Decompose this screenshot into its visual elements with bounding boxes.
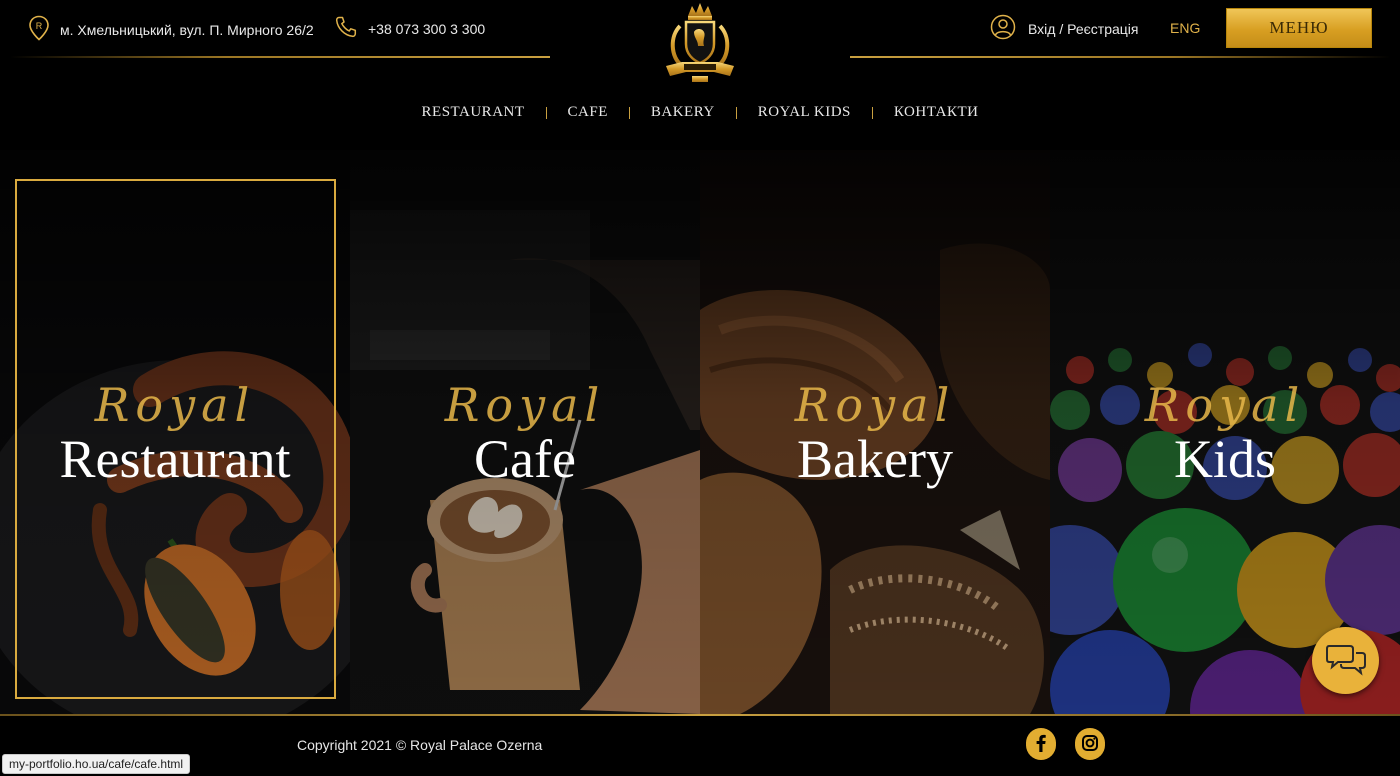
top-bar: R м. Хмельницький, вул. П. Мирного 26/2 … xyxy=(0,0,1400,82)
menu-button[interactable]: МЕНЮ xyxy=(1226,8,1372,48)
login-register-link[interactable]: Вхід / Реєстрація xyxy=(1028,21,1138,37)
phone-block[interactable]: +38 073 300 3 300 xyxy=(334,15,485,43)
user-icon xyxy=(990,14,1016,44)
language-switch[interactable]: ENG xyxy=(1170,20,1200,36)
panel-title: Restaurant xyxy=(59,429,291,489)
facebook-icon xyxy=(1026,728,1056,762)
panel-title: Cafe xyxy=(474,429,576,489)
chat-button[interactable] xyxy=(1312,627,1379,694)
panel-title: Kids xyxy=(1173,429,1276,489)
address-block: R м. Хмельницький, вул. П. Мирного 26/2 xyxy=(28,15,314,45)
address-text: м. Хмельницький, вул. П. Мирного 26/2 xyxy=(60,22,314,38)
venue-panels: Royal Restaurant Royal Cafe Royal Bakery… xyxy=(0,150,1400,714)
main-nav: RESTAURANT CAFE BAKERY ROYAL KIDS КОНТАК… xyxy=(0,104,1400,121)
phone-number[interactable]: +38 073 300 3 300 xyxy=(368,21,485,37)
browser-status-url: my-portfolio.ho.ua/cafe/cafe.html xyxy=(2,754,191,774)
royal-palace-logo[interactable] xyxy=(652,0,748,88)
nav-item-bakery[interactable]: BAKERY xyxy=(630,104,736,121)
instagram-icon xyxy=(1075,728,1105,762)
nav-item-contacts[interactable]: КОНТАКТИ xyxy=(873,104,1000,121)
copyright-text: Copyright 2021 © Royal Palace Ozerna xyxy=(297,737,543,753)
facebook-link[interactable] xyxy=(1026,728,1056,762)
header-rule-left xyxy=(10,56,550,58)
svg-text:R: R xyxy=(36,21,43,31)
location-pin-icon: R xyxy=(28,15,50,45)
login-block[interactable]: Вхід / Реєстрація xyxy=(990,14,1138,44)
nav-item-restaurant[interactable]: RESTAURANT xyxy=(401,104,546,121)
panel-cafe[interactable]: Royal Cafe xyxy=(350,150,700,714)
phone-icon xyxy=(334,15,358,43)
footer-rule xyxy=(0,714,1400,716)
panel-script-royal: Royal xyxy=(444,378,606,432)
nav-item-cafe[interactable]: CAFE xyxy=(547,104,629,121)
header-rule-right xyxy=(850,56,1390,58)
nav-item-royal-kids[interactable]: ROYAL KIDS xyxy=(737,104,872,121)
panel-script-royal: Royal xyxy=(94,378,256,432)
panel-script-royal: Royal xyxy=(1144,378,1306,432)
instagram-link[interactable] xyxy=(1075,728,1105,762)
panel-title: Bakery xyxy=(797,429,953,489)
panel-bakery[interactable]: Royal Bakery xyxy=(700,150,1050,714)
panel-script-royal: Royal xyxy=(794,378,956,432)
chat-icon xyxy=(1325,642,1366,680)
panel-restaurant[interactable]: Royal Restaurant xyxy=(0,150,350,714)
